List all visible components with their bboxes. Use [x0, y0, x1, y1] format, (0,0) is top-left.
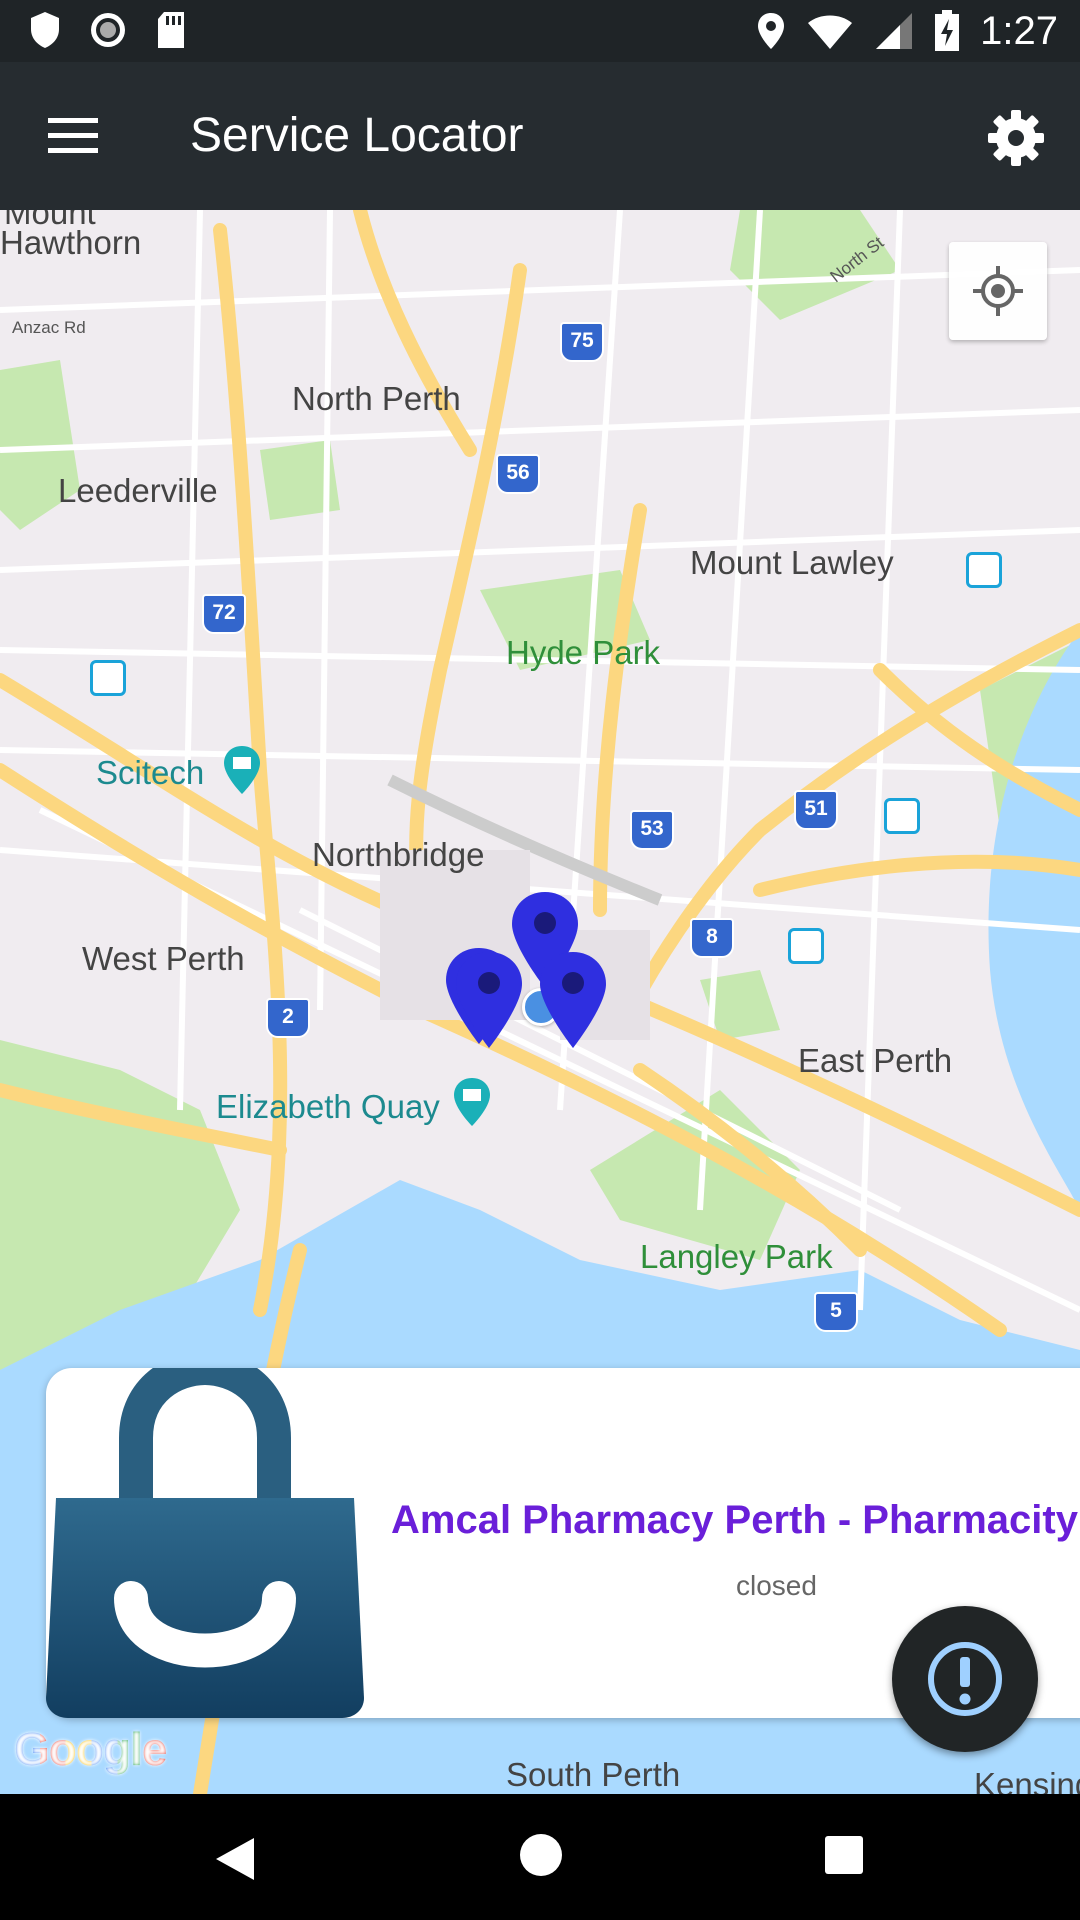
route-shield: 53	[630, 810, 674, 850]
route-shield: 2	[266, 998, 310, 1038]
navigation-bar	[0, 1794, 1080, 1920]
shield-icon	[31, 12, 59, 48]
route-shield: 51	[794, 790, 838, 830]
map-label-west-perth: West Perth	[82, 940, 245, 977]
sd-card-icon	[158, 12, 184, 48]
gear-icon[interactable]	[986, 108, 1046, 168]
back-icon[interactable]	[212, 1834, 258, 1884]
map-label-north-perth: North Perth	[292, 380, 461, 417]
map-label-south-perth: South Perth	[506, 1756, 681, 1793]
report-fab[interactable]	[892, 1606, 1038, 1752]
crosshair-icon	[973, 266, 1023, 316]
record-icon	[91, 13, 125, 47]
home-icon[interactable]	[518, 1832, 564, 1878]
google-attribution: Google	[14, 1723, 167, 1775]
recents-icon[interactable]	[823, 1834, 865, 1876]
clock: 1:27	[980, 9, 1058, 53]
route-shield: 56	[496, 454, 540, 494]
map-label-mount-lawley: Mount Lawley	[690, 544, 894, 581]
map-label-langley-park: Langley Park	[640, 1238, 833, 1275]
map-label-leederville: Leederville	[58, 472, 218, 509]
transit-station-icon[interactable]	[90, 660, 126, 696]
map-label-hyde-park: Hyde Park	[506, 634, 661, 671]
app-bar: Service Locator	[0, 62, 1080, 210]
map-marker[interactable]	[454, 950, 524, 1050]
place-status: closed	[736, 1570, 817, 1601]
shopping-bag-icon	[46, 1368, 364, 1718]
map-label-anzac-rd: Anzac Rd	[12, 318, 86, 337]
transit-station-icon[interactable]	[788, 928, 824, 964]
attraction-poi-icon[interactable]	[452, 1076, 492, 1128]
route-shield: 5	[814, 1292, 858, 1332]
map-label-elizabeth-quay: Elizabeth Quay	[216, 1088, 440, 1125]
map-marker[interactable]	[538, 950, 608, 1050]
map-label-northbridge: Northbridge	[312, 836, 485, 873]
route-shield: 72	[202, 594, 246, 634]
battery-charging-icon	[935, 10, 960, 51]
museum-poi-icon[interactable]	[222, 744, 262, 796]
page-title: Service Locator	[190, 109, 524, 162]
route-shield: 75	[560, 322, 604, 362]
map-label-east-perth: East Perth	[798, 1042, 953, 1079]
transit-station-icon[interactable]	[966, 552, 1002, 588]
map-label-mount-hawthorn: Hawthorn	[0, 224, 142, 261]
transit-station-icon[interactable]	[884, 798, 920, 834]
place-name[interactable]: Amcal Pharmacy Perth - Pharmacity	[391, 1498, 1078, 1543]
map-label-kensington: Kensing	[974, 1766, 1080, 1794]
map-label-scitech: Scitech	[96, 754, 205, 791]
signal-icon	[876, 13, 913, 49]
location-icon	[758, 13, 785, 49]
my-location-button[interactable]	[949, 242, 1047, 340]
route-shield: 8	[690, 918, 734, 958]
wifi-icon	[808, 15, 853, 49]
status-bar: 1:27	[0, 0, 1080, 62]
menu-icon[interactable]	[48, 114, 98, 158]
alert-icon	[928, 1642, 1002, 1716]
